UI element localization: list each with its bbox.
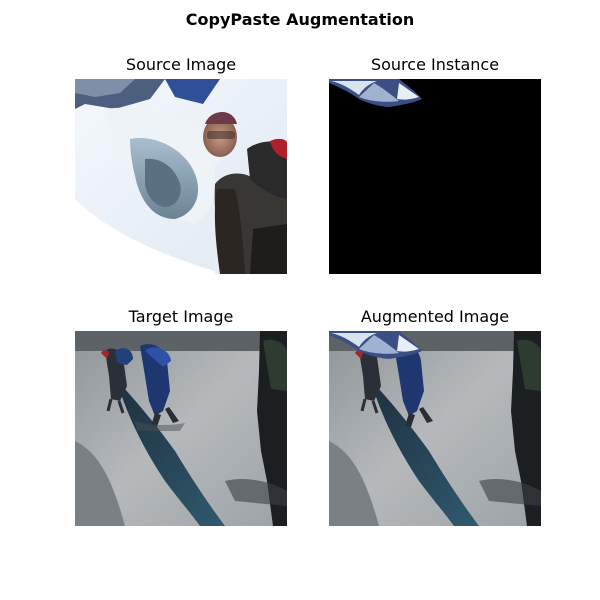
augmented-image xyxy=(329,331,541,526)
source-instance-mask xyxy=(329,79,541,274)
figure-title: CopyPaste Augmentation xyxy=(185,10,415,29)
panel-title-augmented-image: Augmented Image xyxy=(360,307,510,326)
panel-title-source-instance: Source Instance xyxy=(370,55,500,74)
augmented-image-photo xyxy=(329,331,541,526)
target-image xyxy=(75,331,287,526)
source-image-photo xyxy=(75,79,287,274)
target-image-photo xyxy=(75,331,287,526)
panel-title-source-image: Source Image xyxy=(125,55,237,74)
source-image xyxy=(75,79,287,274)
panel-title-target-image: Target Image xyxy=(128,307,234,326)
source-instance xyxy=(329,79,541,274)
